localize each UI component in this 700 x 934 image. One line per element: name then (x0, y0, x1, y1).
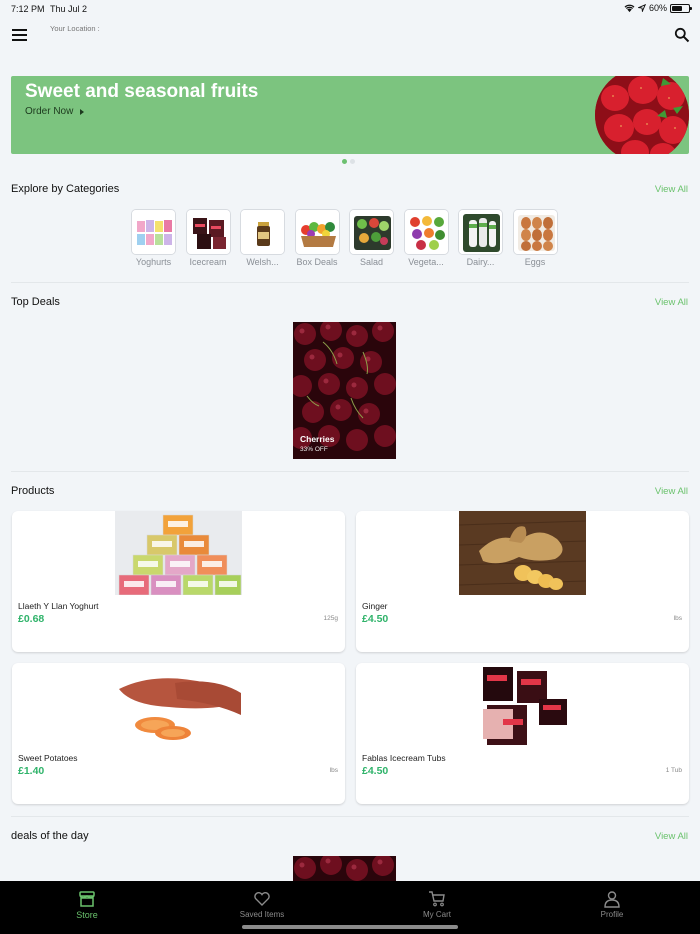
category-dairy[interactable]: Dairy... (458, 209, 503, 267)
tab-label: My Cart (423, 910, 451, 919)
play-arrow-icon (80, 108, 85, 115)
battery-percent: 60% (648, 3, 667, 13)
category-label: Box Deals (296, 257, 338, 267)
category-box-deals[interactable]: Box Deals (294, 209, 340, 267)
welsh-jar-image (240, 209, 285, 255)
product-unit: 1 Tub (665, 767, 682, 774)
status-date: Thu Jul 2 (50, 4, 88, 14)
product-card[interactable]: Sweet Potatoes £1.40 lbs (12, 663, 345, 804)
wifi-icon (624, 4, 635, 12)
categories-title: Explore by Categories (11, 183, 120, 195)
top-deals-title: Top Deals (11, 296, 60, 308)
divider (11, 816, 689, 817)
dairy-image (458, 209, 503, 255)
product-name: Llaeth Y Llan Yoghurt (18, 601, 99, 611)
status-indicators: 60% (624, 3, 692, 13)
category-salad[interactable]: Salad (349, 209, 394, 267)
categories-view-all-link[interactable]: View All (655, 184, 688, 195)
yoghurt-image (115, 511, 242, 595)
category-label: Welsh... (246, 257, 279, 267)
icecream-image (185, 209, 231, 255)
carousel-dot-2[interactable] (350, 159, 355, 164)
heart-icon (254, 892, 270, 906)
order-now-button[interactable]: Order Now (25, 106, 85, 117)
category-label: Salad (359, 257, 384, 267)
carousel-dots (342, 159, 355, 164)
category-list: Yoghurts Icecream Welsh... Box Deals Sal… (131, 209, 558, 267)
yoghurts-image (131, 209, 176, 255)
strawberries-image (595, 76, 689, 154)
deal-card-cherries[interactable]: Cherries 33% OFF (293, 322, 396, 459)
deal-discount: 33% OFF (300, 446, 328, 453)
divider (11, 282, 689, 283)
products-view-all-link[interactable]: View All (655, 486, 688, 497)
promo-banner[interactable]: Sweet and seasonal fruits Order Now (11, 76, 689, 154)
product-price: £1.40 (18, 765, 45, 777)
category-welsh[interactable]: Welsh... (240, 209, 285, 267)
product-price: £4.50 (362, 765, 389, 777)
vegetables-image (403, 209, 449, 255)
home-indicator (242, 925, 458, 929)
product-name: Ginger (362, 601, 388, 611)
category-vegetables[interactable]: Vegeta... (403, 209, 449, 267)
carousel-dot-1[interactable] (342, 159, 347, 164)
top-deals-view-all-link[interactable]: View All (655, 297, 688, 308)
tab-label: Saved Items (239, 910, 285, 919)
category-icecream[interactable]: Icecream (185, 209, 231, 267)
menu-icon[interactable] (12, 29, 27, 43)
product-price: £0.68 (18, 613, 45, 625)
product-name: Fablas Icecream Tubs (362, 753, 446, 763)
status-time: 7:12 PM (11, 4, 45, 14)
tab-my-cart[interactable]: My Cart (392, 890, 482, 919)
deal-name: Cherries (300, 434, 335, 444)
tab-store[interactable]: Store (42, 890, 132, 920)
person-icon (604, 891, 620, 908)
order-now-label: Order Now (25, 106, 74, 117)
divider (11, 471, 689, 472)
tab-label: Store (76, 910, 98, 920)
tab-saved-items[interactable]: Saved Items (217, 890, 307, 919)
search-icon[interactable] (674, 27, 690, 43)
product-unit: 125g (323, 615, 338, 622)
box-deals-image (294, 209, 340, 255)
product-card[interactable]: Llaeth Y Llan Yoghurt £0.68 125g (12, 511, 345, 652)
deals-of-day-view-all-link[interactable]: View All (655, 831, 688, 842)
deals-of-day-title: deals of the day (11, 830, 89, 842)
product-unit: lbs (673, 615, 682, 622)
category-label: Dairy... (466, 257, 495, 267)
category-label: Eggs (524, 257, 546, 267)
eggs-image (512, 209, 558, 255)
store-icon (79, 891, 95, 907)
salad-image (349, 209, 394, 255)
product-card[interactable]: Fablas Icecream Tubs £4.50 1 Tub (356, 663, 689, 804)
location-label[interactable]: Your Location : (50, 24, 100, 33)
category-yoghurts[interactable]: Yoghurts (131, 209, 176, 267)
product-name: Sweet Potatoes (18, 753, 78, 763)
icecream-tubs-image (459, 663, 586, 747)
tab-profile[interactable]: Profile (567, 890, 657, 919)
product-card[interactable]: Ginger £4.50 lbs (356, 511, 689, 652)
cart-icon (429, 891, 445, 907)
category-label: Yoghurts (135, 257, 172, 267)
status-bar: 7:12 PM Thu Jul 2 60% (0, 0, 700, 18)
battery-icon (670, 3, 692, 13)
product-price: £4.50 (362, 613, 389, 625)
location-arrow-icon (637, 4, 646, 12)
ginger-image (459, 511, 586, 595)
products-title: Products (11, 485, 55, 497)
product-unit: lbs (329, 767, 338, 774)
category-eggs[interactable]: Eggs (512, 209, 558, 267)
category-label: Vegeta... (408, 257, 444, 267)
category-label: Icecream (189, 257, 227, 267)
sweet-potatoes-image (115, 663, 242, 747)
banner-title: Sweet and seasonal fruits (25, 81, 259, 102)
tab-label: Profile (600, 910, 624, 919)
